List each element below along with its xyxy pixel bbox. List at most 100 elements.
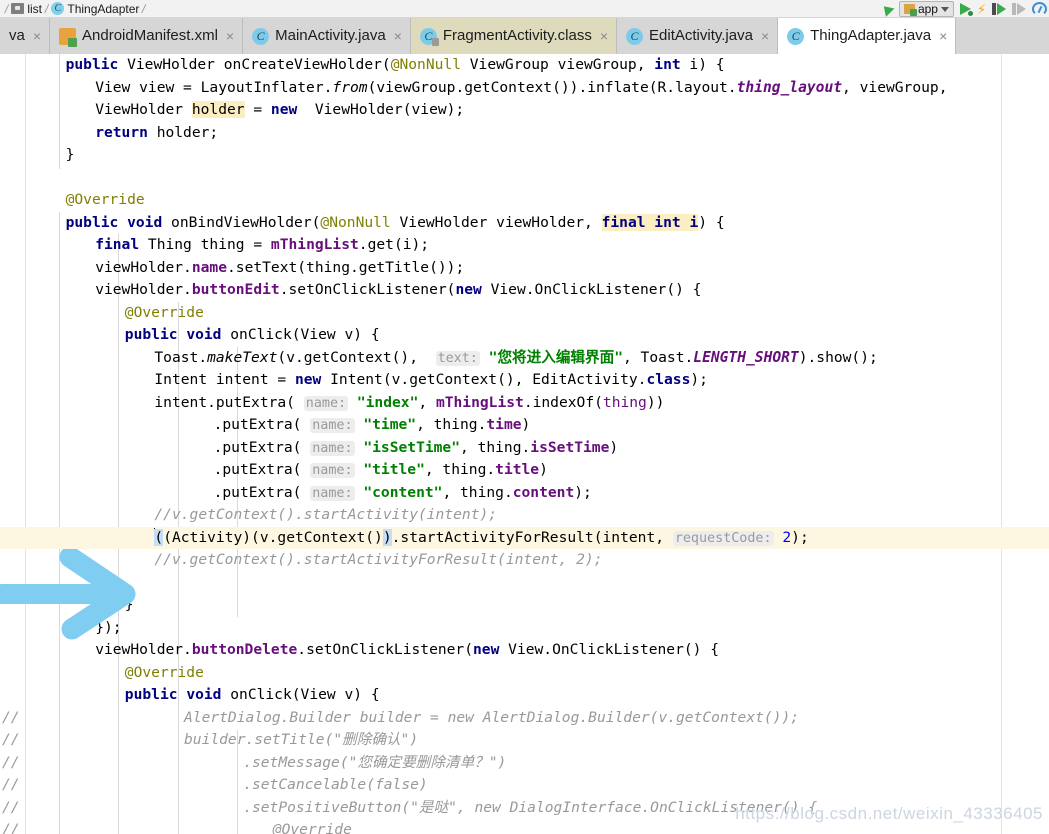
code-line[interactable]: .putExtra( name: "isSetTime", thing.isSe… (0, 437, 1049, 460)
code-token: @Override (65, 191, 145, 208)
code-line[interactable]: intent.putExtra( name: "index", mThingLi… (0, 392, 1049, 415)
code-token: onClick(View v) { (221, 326, 380, 343)
make-project-button[interactable] (879, 1, 895, 18)
code-token: "title" (354, 461, 425, 478)
code-token: ViewHolder onCreateViewHolder( (118, 56, 391, 73)
code-token: @Override (124, 303, 204, 321)
code-token: ViewHolder(view); (297, 101, 465, 118)
code-line[interactable]: @Override (0, 189, 1049, 212)
run-button[interactable] (959, 1, 973, 18)
code-line[interactable]: View view = LayoutInflater.from(viewGrou… (0, 77, 1049, 100)
code-token: holder; (147, 123, 219, 141)
code-line[interactable]: return holder; (0, 122, 1049, 145)
code-line[interactable]: @Override (0, 302, 1049, 325)
code-line[interactable]: .putExtra( name: "time", thing.time) (0, 414, 1049, 437)
step-over-button[interactable] (1012, 1, 1026, 18)
apply-changes-button[interactable]: ⚡ (977, 1, 986, 18)
code-token: Intent(v.getContext(), EditActivity. (321, 371, 647, 388)
code-line[interactable]: //v.getContext().startActivityForResult(… (0, 549, 1049, 572)
code-line[interactable]: final Thing thing = mThingList.get(i); (0, 234, 1049, 257)
code-token: ViewHolder viewHolder, (390, 213, 602, 231)
breadcrumb-separator: / (140, 1, 148, 16)
code-token: //v.getContext().startActivity(intent); (154, 506, 498, 523)
code-line[interactable]: // .setMessage("您确定要删除清单？") (0, 752, 1049, 775)
tab-clipped-java[interactable]: va × (0, 18, 51, 54)
code-line[interactable]: Intent intent = new Intent(v.getContext(… (0, 369, 1049, 392)
code-line[interactable] (0, 167, 1049, 190)
tab-editactivity-java[interactable]: C EditActivity.java × (617, 18, 779, 54)
code-token: ); (690, 371, 708, 388)
close-icon[interactable]: × (600, 29, 608, 43)
code-line[interactable]: viewHolder.buttonEdit.setOnClickListener… (0, 279, 1049, 302)
code-token: .setCancelable(false) (243, 776, 428, 793)
code-content[interactable]: public ViewHolder onCreateViewHolder(@No… (0, 54, 1049, 834)
code-token: } (65, 146, 75, 163)
class-file-icon: C (419, 27, 439, 46)
step-over-arrow-icon (1017, 3, 1026, 15)
code-line[interactable]: //v.getContext().startActivity(intent); (0, 504, 1049, 527)
code-token: new (455, 281, 482, 298)
code-line[interactable]: // AlertDialog.Builder builder = new Aler… (0, 707, 1049, 730)
code-token: , thing. (442, 483, 513, 501)
android-module-icon (903, 4, 917, 16)
breadcrumb-item-thingadapter[interactable]: C ThingAdapter (51, 2, 139, 16)
code-token: @Override (124, 663, 204, 681)
close-icon[interactable]: × (394, 29, 402, 43)
code-token: new (270, 101, 298, 118)
code-token: , thing. (460, 438, 531, 456)
code-token: .setText(thing.getTitle()); (227, 258, 465, 276)
code-line[interactable]: } (0, 594, 1049, 617)
code-token: thing_layout (736, 78, 843, 96)
line-comment-marker: // (2, 731, 20, 748)
code-line[interactable]: Toast.makeText(v.getContext(), text: "您将… (0, 347, 1049, 370)
code-line[interactable] (0, 572, 1049, 595)
code-line[interactable]: public ViewHolder onCreateViewHolder(@No… (0, 54, 1049, 77)
code-line[interactable]: viewHolder.name.setText(thing.getTitle()… (0, 257, 1049, 280)
run-configuration-label: app (917, 2, 938, 16)
code-line[interactable]: ViewHolder holder = new ViewHolder(view)… (0, 99, 1049, 122)
code-token: Thing thing = (139, 236, 271, 253)
code-token: buttonEdit (191, 281, 280, 298)
debug-arrow-icon (997, 3, 1006, 15)
tab-thingadapter-java[interactable]: C ThingAdapter.java × (778, 18, 957, 54)
close-icon[interactable]: × (939, 29, 947, 43)
code-token: ViewGroup viewGroup, (460, 56, 655, 73)
code-token: public (124, 326, 178, 343)
code-token: .setMessage("您确定要删除清单？") (243, 753, 507, 771)
code-line[interactable]: public void onClick(View v) { (0, 324, 1049, 347)
close-icon[interactable]: × (226, 29, 234, 43)
tab-label: MainActivity.java (275, 27, 386, 44)
breadcrumb-item-list[interactable]: list (11, 2, 42, 16)
code-token: name (191, 258, 227, 276)
code-line[interactable]: public void onBindViewHolder(@NonNull Vi… (0, 212, 1049, 235)
tab-label: va (9, 27, 25, 44)
code-line[interactable]: viewHolder.buttonDelete.setOnClickListen… (0, 639, 1049, 662)
code-line-highlighted[interactable]: ((Activity)(v.getContext()).startActivit… (0, 526, 1049, 549)
code-line[interactable]: public void onClick(View v) { (0, 684, 1049, 707)
code-token: , (418, 393, 436, 411)
tab-fragmentactivity-class[interactable]: C FragmentActivity.class × (410, 18, 618, 54)
code-token: .putExtra( (213, 416, 311, 433)
xml-file-icon (59, 27, 78, 47)
close-icon[interactable]: × (33, 29, 41, 43)
code-token: from (332, 78, 368, 96)
tab-androidmanifest-xml[interactable]: AndroidManifest.xml × (50, 18, 244, 54)
line-comment-marker: // (2, 776, 20, 793)
code-line[interactable]: @Override (0, 662, 1049, 685)
code-line[interactable]: } (0, 144, 1049, 167)
code-line[interactable]: // .setCancelable(false) (0, 774, 1049, 797)
tab-mainactivity-java[interactable]: C MainActivity.java × (243, 18, 411, 54)
code-line[interactable]: .putExtra( name: "content", thing.conten… (0, 482, 1049, 505)
profiler-button[interactable] (1032, 1, 1047, 18)
close-icon[interactable]: × (761, 29, 769, 43)
run-configuration-selector[interactable]: app (898, 1, 954, 17)
code-line[interactable]: .putExtra( name: "title", thing.title) (0, 459, 1049, 482)
code-line[interactable]: // builder.setTitle("删除确认") (0, 729, 1049, 752)
debug-button[interactable] (992, 1, 1006, 18)
code-token: = (244, 101, 271, 118)
code-editor[interactable]: public ViewHolder onCreateViewHolder(@No… (0, 54, 1049, 834)
line-comment-marker: // (2, 821, 20, 834)
code-line[interactable]: }); (0, 617, 1049, 640)
code-token: ).show(); (798, 348, 878, 366)
